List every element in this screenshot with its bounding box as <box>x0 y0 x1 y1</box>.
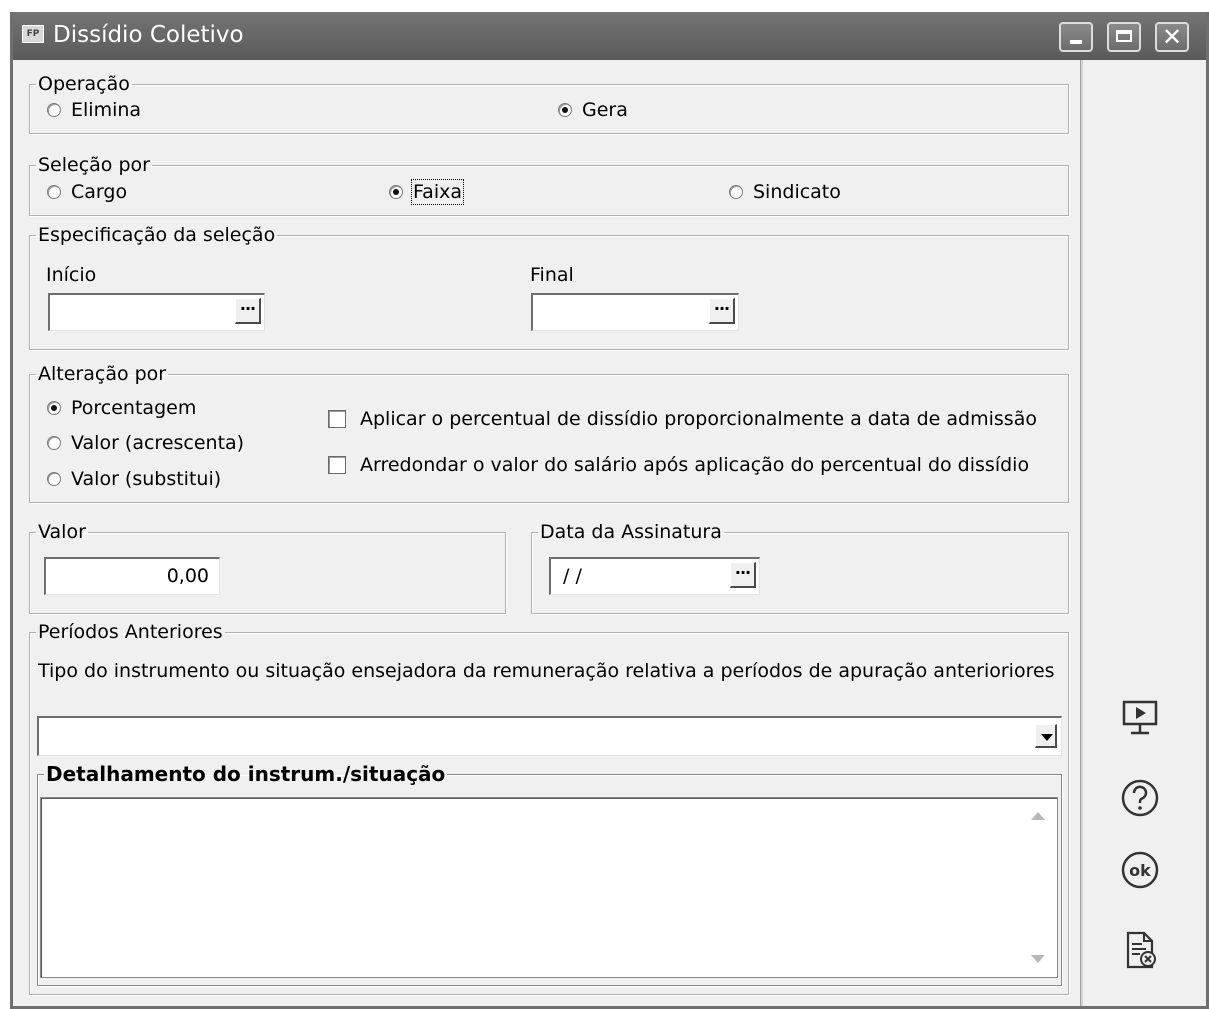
minimize-button[interactable] <box>1059 22 1093 52</box>
operacao-legend: Operação <box>38 73 130 95</box>
dropdown-arrow-icon[interactable] <box>1035 724 1057 748</box>
radio-gera[interactable]: Gera <box>558 99 628 121</box>
radio-elimina-dot[interactable] <box>47 103 61 117</box>
valor-legend: Valor <box>38 521 86 543</box>
periodos-legend: Períodos Anteriores <box>38 621 223 643</box>
radio-sindicato-label: Sindicato <box>753 181 841 203</box>
inicio-label: Início <box>46 264 97 286</box>
radio-cargo[interactable]: Cargo <box>47 181 127 203</box>
radio-faixa[interactable]: Faixa <box>389 179 464 205</box>
radio-elimina[interactable]: Elimina <box>47 99 141 121</box>
radio-porcentagem-label: Porcentagem <box>71 397 197 419</box>
scroll-up-icon[interactable] <box>1031 812 1045 820</box>
radio-porcentagem[interactable]: Porcentagem <box>47 397 196 419</box>
radio-valor-acrescenta[interactable]: Valor (acrescenta) <box>47 432 244 454</box>
app-icon: FP <box>22 25 44 43</box>
cancel-document-icon[interactable] <box>1120 930 1160 970</box>
final-input[interactable]: ... <box>531 293 739 331</box>
inicio-input[interactable]: ... <box>48 293 265 331</box>
check-proporcional-label: Aplicar o percentual de dissídio proporc… <box>360 408 1037 430</box>
radio-gera-label: Gera <box>582 99 628 121</box>
radio-valor-acrescenta-dot[interactable] <box>47 436 61 450</box>
data-assinatura-value: / / <box>563 565 582 587</box>
check-arredondar-label: Arredondar o valor do salário após aplic… <box>360 454 1030 476</box>
radio-gera-dot[interactable] <box>558 103 572 117</box>
close-icon: ✕ <box>1161 23 1183 51</box>
radio-sindicato[interactable]: Sindicato <box>729 181 841 203</box>
data-assinatura-input[interactable]: / / ... <box>549 557 760 595</box>
radio-elimina-label: Elimina <box>71 99 142 121</box>
valor-input[interactable]: 0,00 <box>44 557 220 595</box>
check-proporcional-box[interactable] <box>328 410 346 428</box>
alteracao-legend: Alteração por <box>38 363 167 385</box>
maximize-button[interactable] <box>1107 22 1141 52</box>
sidebar-divider <box>1080 60 1083 1006</box>
data-assinatura-calendar-button[interactable]: ... <box>730 561 756 588</box>
radio-valor-substitui-label: Valor (substitui) <box>71 468 222 490</box>
radio-faixa-label: Faixa <box>411 179 464 205</box>
inicio-lookup-button[interactable]: ... <box>235 297 261 324</box>
check-proporcional[interactable]: Aplicar o percentual de dissídio proporc… <box>328 408 1037 430</box>
radio-valor-acrescenta-label: Valor (acrescenta) <box>71 432 245 454</box>
especificacao-legend: Especificação da seleção <box>38 224 276 246</box>
final-lookup-button[interactable]: ... <box>709 297 735 324</box>
check-arredondar[interactable]: Arredondar o valor do salário após aplic… <box>328 454 1029 476</box>
periodos-description: Tipo do instrumento ou situação ensejado… <box>38 660 1055 682</box>
detalhamento-textarea[interactable] <box>40 797 1058 978</box>
help-icon[interactable] <box>1120 778 1160 818</box>
final-label: Final <box>530 264 574 286</box>
especificacao-group: Especificação da seleção <box>29 225 1069 350</box>
valor-value: 0,00 <box>166 565 209 587</box>
radio-porcentagem-dot[interactable] <box>47 401 61 415</box>
close-button[interactable]: ✕ <box>1155 22 1189 52</box>
radio-cargo-label: Cargo <box>71 181 128 203</box>
radio-faixa-dot[interactable] <box>389 185 403 199</box>
radio-valor-substitui-dot[interactable] <box>47 472 61 486</box>
ok-icon[interactable]: ok <box>1120 850 1160 890</box>
radio-valor-substitui[interactable]: Valor (substitui) <box>47 468 221 490</box>
check-arredondar-box[interactable] <box>328 456 346 474</box>
selecao-group: Seleção por <box>29 155 1069 216</box>
operacao-group: Operação <box>29 74 1069 134</box>
data-assinatura-legend: Data da Assinatura <box>540 521 722 543</box>
selecao-legend: Seleção por <box>38 154 150 176</box>
title-bar[interactable]: FP Dissídio Coletivo ✕ <box>13 12 1206 60</box>
dialog-window: FP Dissídio Coletivo ✕ Operação Elimina … <box>10 12 1209 1009</box>
scroll-down-icon[interactable] <box>1031 955 1045 963</box>
presentation-icon[interactable] <box>1120 698 1160 738</box>
radio-cargo-dot[interactable] <box>47 185 61 199</box>
tipo-instrumento-select[interactable] <box>37 716 1062 756</box>
detalhamento-legend: Detalhamento do instrum./situação <box>46 762 446 786</box>
window-title: Dissídio Coletivo <box>53 22 244 48</box>
ok-icon-text: ok <box>1129 861 1151 880</box>
radio-sindicato-dot[interactable] <box>729 185 743 199</box>
